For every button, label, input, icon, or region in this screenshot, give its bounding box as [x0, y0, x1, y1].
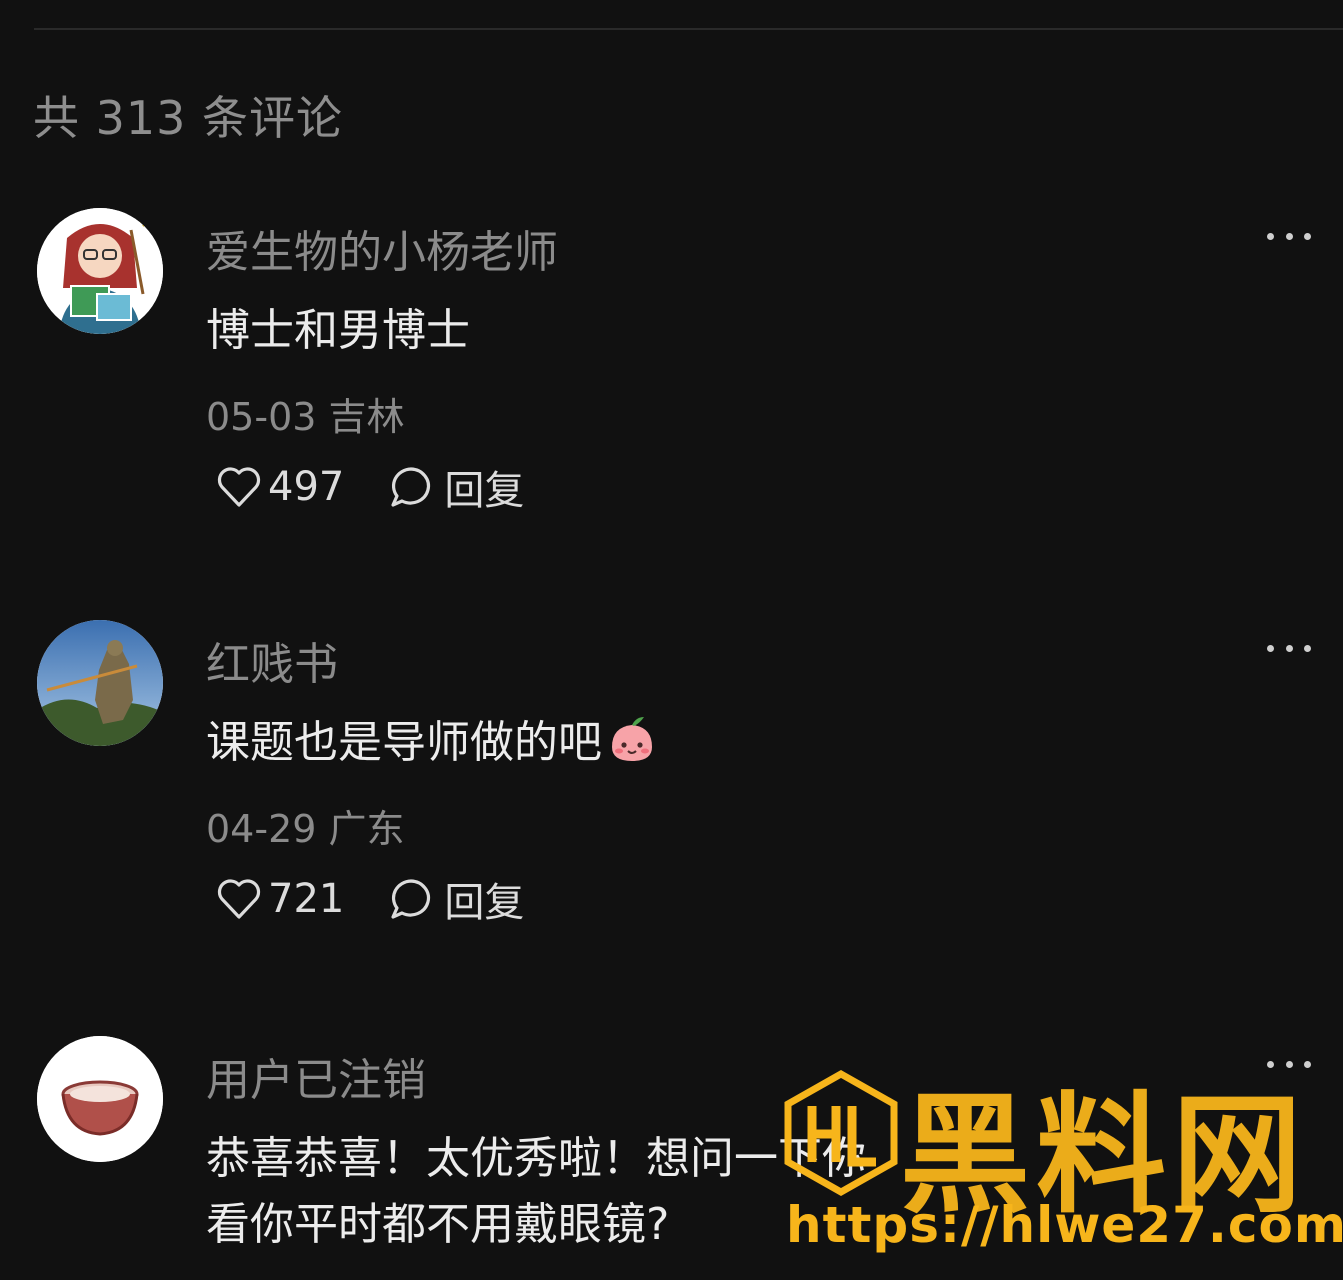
username[interactable]: 红贱书 — [206, 628, 338, 692]
speech-bubble-icon — [391, 879, 431, 919]
comment-date: 05-03 — [206, 395, 317, 439]
comment-location: 吉林 — [328, 395, 405, 439]
reply-label: 回复 — [444, 880, 525, 926]
more-options-icon[interactable] — [1267, 642, 1311, 654]
username[interactable]: 爱生物的小杨老师 — [206, 216, 558, 280]
like-button[interactable]: 721 — [216, 876, 344, 922]
like-count: 497 — [268, 464, 345, 510]
comment-actions: 497 回复 — [216, 458, 524, 516]
user-avatar[interactable] — [37, 620, 163, 746]
username[interactable]: 用户已注销 — [206, 1044, 426, 1108]
reply-button[interactable]: 回复 — [388, 458, 524, 516]
comment-date: 04-29 — [206, 807, 317, 851]
top-divider — [34, 28, 1343, 30]
comment-location: 广东 — [328, 807, 405, 851]
comment-meta: 04-29 广东 — [206, 798, 405, 853]
like-button[interactable]: 497 — [216, 464, 344, 510]
watermark-url: https://hlwe27.com — [786, 1196, 1343, 1254]
speech-bubble-icon — [391, 467, 431, 507]
user-avatar[interactable] — [37, 208, 163, 334]
more-options-icon[interactable] — [1267, 230, 1311, 242]
peach-face-emoji — [612, 717, 652, 761]
comment-text: 课题也是导师做的吧 — [206, 710, 1283, 776]
comment-count: 共 313 条评论 — [33, 91, 344, 145]
like-count: 721 — [268, 876, 345, 922]
heart-icon — [217, 467, 261, 507]
comment-actions: 721 回复 — [216, 870, 524, 928]
comment-text: 博士和男博士 — [206, 305, 470, 356]
reply-label: 回复 — [444, 468, 525, 514]
reply-button[interactable]: 回复 — [388, 870, 524, 928]
user-avatar[interactable] — [37, 1036, 163, 1162]
comment-text-body: 课题也是导师做的吧 — [206, 717, 602, 768]
heart-icon — [217, 879, 261, 919]
comment-meta: 05-03 吉林 — [206, 386, 405, 441]
